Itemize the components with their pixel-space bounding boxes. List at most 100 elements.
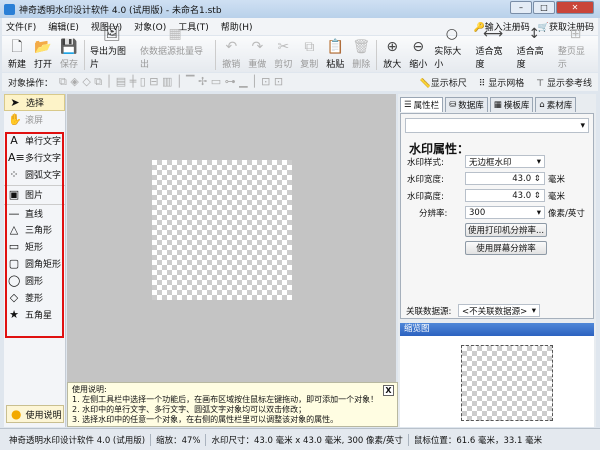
toolbar-delete-button[interactable]: 🗑 删除 bbox=[348, 38, 374, 70]
help-line: 1. 左侧工具栏中选择一个功能后，在画布区域按住鼠标左键拖动，即可添加一个对象！ bbox=[72, 395, 379, 404]
layer-align-icons: ⧉ ◈ ◇ ⧉ │ ▤ ╪ ▯ ⊟ ▥ │ ▔ ✢ ▭ ⊶ ▁ │ ⊡ ⊡ bbox=[59, 75, 284, 88]
copy-icon: ⧉ bbox=[304, 39, 315, 55]
select-icon: ➤ bbox=[10, 96, 20, 109]
height-label: 水印高度: bbox=[407, 191, 444, 202]
tab-properties[interactable]: ☰ 属性栏 bbox=[400, 97, 444, 112]
tab-assets[interactable]: ⌂ 素材库 bbox=[535, 97, 577, 112]
toolbar-separator bbox=[376, 40, 378, 70]
tab-templates[interactable]: ▦ 模板库 bbox=[489, 97, 534, 112]
width-input[interactable]: 43.0 ⇕ bbox=[465, 172, 545, 185]
toolbar-fit-height-button[interactable]: ↕ 适合高度 bbox=[514, 25, 555, 70]
delete-icon: 🗑 bbox=[352, 39, 371, 55]
toolbar-new-file-button[interactable]: 🗋 新建 bbox=[4, 38, 30, 70]
batch-export-icon: ▦ bbox=[168, 26, 182, 42]
style-select[interactable]: 无边框水印 ▾ bbox=[465, 155, 545, 168]
zoom-out-icon: ⊖ bbox=[412, 39, 425, 55]
toolbar-fit-page-button[interactable]: ⊞ 整页显示 bbox=[555, 25, 596, 70]
status-bar: 神奇透明水印设计软件 4.0 (试用版) 缩放：47% 水印尺寸：43.0 毫米… bbox=[0, 428, 600, 450]
toolbar-separator bbox=[215, 40, 217, 70]
object-operations-label: 对象操作： bbox=[8, 78, 54, 89]
object-operations-bar: 对象操作： ⧉ ◈ ◇ ⧉ │ ▤ ╪ ▯ ⊟ ▥ │ ▔ ✢ ▭ ⊶ ▁ │ … bbox=[2, 73, 598, 91]
maximize-button[interactable]: □ bbox=[533, 1, 555, 14]
fit-page-icon: ⊞ bbox=[569, 26, 582, 42]
toolbar-save-button[interactable]: 💾 保存 bbox=[56, 38, 82, 70]
library-icon: ⌂ bbox=[539, 100, 545, 110]
show-ruler-toggle[interactable]: 📏显示标尺 bbox=[420, 76, 467, 89]
object-selector[interactable]: ▾ bbox=[405, 118, 589, 133]
use-printer-dpi-button[interactable]: 使用打印机分辨率... bbox=[465, 223, 547, 237]
toolbar-cut-button[interactable]: ✂ 剪切 bbox=[270, 38, 296, 70]
thumbnail-preview[interactable] bbox=[461, 345, 553, 421]
zoom-in-icon: ⊕ bbox=[386, 39, 399, 55]
datasource-select[interactable]: <不关联数据源> ▾ bbox=[458, 304, 540, 317]
help-title: 使用说明: bbox=[72, 385, 107, 394]
lightbulb-icon: ● bbox=[11, 407, 22, 421]
toolbar-export-image-button[interactable]: 🖼 导出为图片 bbox=[87, 25, 137, 70]
menu-file[interactable]: 文件(F) bbox=[6, 20, 36, 33]
template-icon: ▦ bbox=[493, 100, 502, 110]
tool-pan[interactable]: ✋ 滚屏 bbox=[4, 111, 65, 128]
redo-icon: ↷ bbox=[251, 39, 264, 55]
show-grid-toggle[interactable]: ⠿ 显示网格 bbox=[479, 76, 524, 89]
tool-select[interactable]: ➤ 选择 bbox=[4, 94, 65, 111]
window-title: 神奇透明水印设计软件 4.0 (试用版) - 未命名1.stb bbox=[19, 5, 222, 16]
toolbar-fit-width-button[interactable]: ⟷ 适合宽度 bbox=[472, 25, 513, 70]
help-button[interactable]: ● 使用说明 bbox=[6, 405, 64, 423]
dpi-select[interactable]: 300 ▾ bbox=[465, 206, 545, 219]
save-icon: 💾 bbox=[60, 39, 78, 55]
open-icon: 📂 bbox=[34, 39, 52, 55]
help-line: 3. 选择水印中的任意一个对象，在右侧的属性栏里可以调整该对象的属性。 bbox=[72, 415, 339, 424]
watermark-canvas[interactable] bbox=[152, 160, 292, 300]
show-guides-toggle[interactable]: ⊤ 显示参考线 bbox=[536, 76, 592, 89]
toolbar-actual-size-button[interactable]: ○ 实际大小 bbox=[431, 25, 472, 70]
pan-icon: ✋ bbox=[8, 113, 22, 126]
status-size: 水印尺寸：43.0 毫米 x 43.0 毫米, 300 像素/英寸 bbox=[206, 433, 409, 446]
paste-icon: 📋 bbox=[326, 39, 345, 55]
thumbnail-header: 缩览图 bbox=[400, 323, 594, 336]
fit-height-icon: ↕ bbox=[528, 26, 541, 42]
properties-panel: ▾ 水印属性： 水印样式: 无边框水印 ▾ 水印宽度: 43.0 ⇕ 毫米 水印高度: 4… bbox=[400, 113, 594, 319]
toolbar-undo-button[interactable]: ↶ 撤销 bbox=[218, 38, 244, 70]
toolbar-open-button[interactable]: 📂 打开 bbox=[30, 38, 56, 70]
status-app: 神奇透明水印设计软件 4.0 (试用版) bbox=[4, 433, 152, 446]
help-line: 2. 水印中的单行文字、多行文字、圆弧文字对象均可以双击修改； bbox=[72, 405, 307, 414]
minimize-button[interactable]: – bbox=[510, 1, 532, 14]
close-button[interactable]: ✕ bbox=[556, 1, 594, 14]
status-mouse: 鼠标位置：61.6 毫米，33.1 毫米 bbox=[413, 435, 543, 446]
menu-help[interactable]: 帮助(H) bbox=[221, 20, 253, 33]
toolbar-separator bbox=[84, 40, 85, 70]
undo-icon: ↶ bbox=[225, 39, 238, 55]
help-panel: 使用说明: 1. 左侧工具栏中选择一个功能后，在画布区域按住鼠标左键拖动，即可添… bbox=[67, 382, 398, 427]
fit-width-icon: ⟷ bbox=[483, 26, 504, 42]
window-controls: – □ ✕ bbox=[510, 1, 594, 14]
menu-edit[interactable]: 编辑(E) bbox=[48, 20, 79, 33]
ruler-icon: 📏 bbox=[419, 78, 431, 89]
list-icon: ☰ bbox=[404, 100, 412, 110]
help-close-button[interactable]: X bbox=[383, 385, 394, 396]
grid-icon: ⠿ bbox=[478, 78, 486, 89]
toolbar-zoom-out-button[interactable]: ⊖ 缩小 bbox=[405, 38, 431, 70]
thumbnail-area bbox=[400, 336, 594, 427]
style-label: 水印样式: bbox=[407, 157, 444, 168]
main-toolbar: 🗋 新建 📂 打开 💾 保存 🖼 导出为图片 ▦ 依数据源批量导出 ↶ 撤销 ↷ 重做 ✂ 剪切 ⧉ 复制 📋 粘贴 🗑… bbox=[2, 26, 598, 72]
toolbar-redo-button[interactable]: ↷ 重做 bbox=[244, 38, 270, 70]
export-image-icon: 🖼 bbox=[103, 26, 121, 42]
database-icon: ⛁ bbox=[449, 100, 457, 110]
tab-database[interactable]: ⛁ 数据库 bbox=[445, 97, 488, 112]
new-file-icon: 🗋 bbox=[11, 39, 23, 55]
toolbar-zoom-in-button[interactable]: ⊕ 放大 bbox=[379, 38, 405, 70]
highlight-box bbox=[5, 132, 64, 338]
app-logo-icon bbox=[4, 3, 15, 15]
toolbar-batch-export-button[interactable]: ▦ 依数据源批量导出 bbox=[137, 25, 213, 70]
datasource-label: 关联数据源: bbox=[406, 306, 452, 317]
toolbar-paste-button[interactable]: 📋 粘贴 bbox=[322, 38, 348, 70]
cut-icon: ✂ bbox=[277, 39, 290, 55]
toolbar-copy-button[interactable]: ⧉ 复制 bbox=[296, 38, 322, 70]
canvas-area[interactable] bbox=[67, 94, 396, 382]
guides-icon: ⊤ bbox=[536, 78, 545, 89]
status-zoom: 缩放：47% bbox=[151, 433, 207, 446]
width-label: 水印宽度: bbox=[407, 174, 444, 185]
dpi-label: 分辨率: bbox=[419, 208, 448, 219]
use-screen-dpi-button[interactable]: 使用屏幕分辨率 bbox=[465, 241, 547, 255]
height-input[interactable]: 43.0 ⇕ bbox=[465, 189, 545, 202]
